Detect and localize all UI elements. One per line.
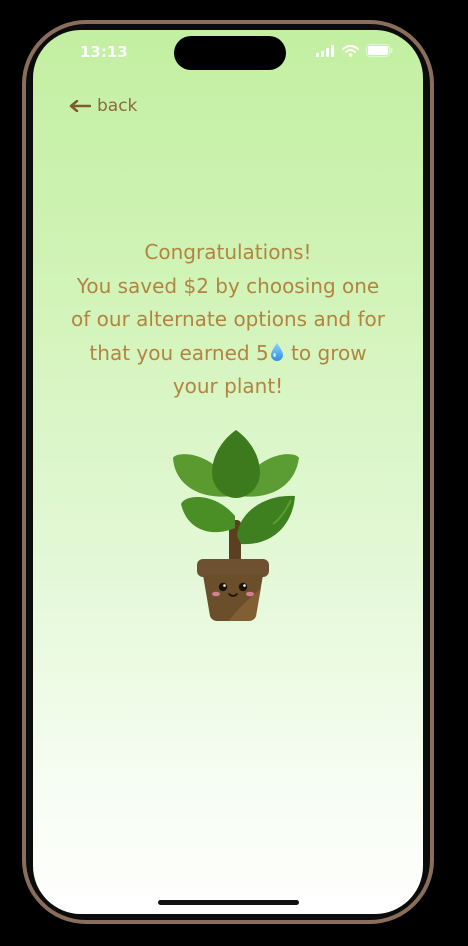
message-line: Congratulations! bbox=[144, 240, 312, 264]
home-indicator[interactable] bbox=[158, 900, 299, 905]
dynamic-island bbox=[174, 36, 286, 70]
water-drop-icon bbox=[270, 342, 283, 361]
leaf-lower-left bbox=[181, 496, 235, 533]
cellular-signal-icon bbox=[316, 44, 334, 57]
status-icons bbox=[316, 44, 393, 57]
wifi-icon bbox=[342, 44, 359, 57]
leaf-center bbox=[212, 430, 260, 498]
message-line: You saved $2 by choosing one bbox=[76, 273, 380, 298]
message-line: your plant! bbox=[172, 374, 284, 398]
left-arrow-icon bbox=[69, 100, 91, 112]
app-screen: 13:13 back Congratulations! You saved $2… bbox=[33, 30, 423, 914]
status-time: 13:13 bbox=[80, 43, 128, 61]
battery-icon bbox=[366, 44, 393, 57]
message-line: that you earned 5 to grow bbox=[53, 337, 403, 371]
message-text: that you earned 5 bbox=[89, 340, 269, 365]
leaf-lower-right bbox=[237, 495, 295, 545]
message-line: of our alternate options and for bbox=[71, 307, 385, 331]
message-text: to grow bbox=[284, 340, 367, 365]
potted-plant-illustration bbox=[173, 430, 299, 621]
back-button[interactable]: back bbox=[69, 96, 137, 116]
pot-rim bbox=[197, 559, 269, 577]
congratulations-message: Congratulations! You saved $2 by choosin… bbox=[53, 236, 403, 404]
back-label: back bbox=[97, 96, 138, 116]
